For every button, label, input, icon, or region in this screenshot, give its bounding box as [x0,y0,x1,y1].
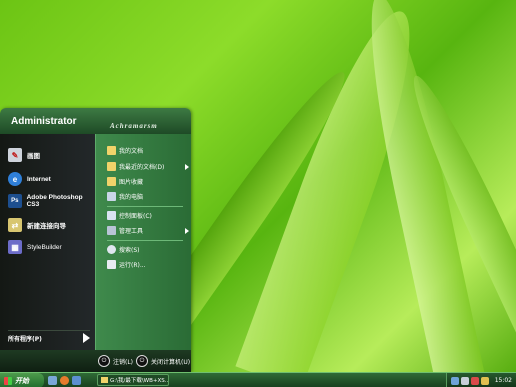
internet-explorer-icon: e [8,172,22,186]
places-item-label: 搜索(S) [119,247,140,254]
logoff-button[interactable]: ⏻ 注销(L) [98,355,133,367]
places-item-label: 控制面板(C) [119,213,152,220]
folder-icon [101,377,108,383]
pinned-item-label: 画图 [27,153,40,160]
shutdown-label: 关闭计算机(U) [151,358,191,366]
places-item-run[interactable]: 运行(R)... [107,258,189,271]
places-item-label: 图片收藏 [119,179,144,186]
power-icon: ⏻ [136,355,148,367]
pinned-item-label: 新建连接向导 [27,223,66,230]
places-item-label: 我最近的文档(D) [119,164,165,171]
start-button[interactable]: 开始 [0,373,44,387]
start-menu: Administrator Achramarsm ✎ 画图 e Internet… [0,108,191,372]
theme-brand: Achramarsm [110,122,158,130]
start-label: 开始 [15,376,29,385]
my-computer-icon [107,192,116,201]
quick-launch [48,376,81,385]
pinned-item-label: Adobe Photoshop CS3 [26,194,83,208]
show-desktop-icon[interactable] [48,376,57,385]
run-icon [107,260,116,269]
media-player-icon[interactable] [72,376,81,385]
pinned-item-label: Internet [27,175,51,183]
pinned-item-internet[interactable]: e Internet [8,170,51,188]
places-item-label: 我的文档 [119,148,144,155]
start-menu-header: Administrator Achramarsm [0,108,191,134]
places-item-my-computer[interactable]: 我的电脑 [107,190,189,203]
pinned-programs-pane: ✎ 画图 e Internet Ps Adobe Photoshop CS3 ⇄… [0,134,95,350]
places-item-admin-tools[interactable]: 管理工具 [107,224,189,237]
places-item-label: 管理工具 [119,228,144,235]
firefox-icon[interactable] [60,376,69,385]
control-panel-icon [107,211,116,220]
admin-tools-icon [107,226,116,235]
pinned-item-stylebuilder[interactable]: ▦ StyleBuilder [8,238,62,256]
divider [107,240,183,241]
divider [107,206,183,207]
all-programs-button[interactable]: 所有程序(P) [8,330,90,345]
logoff-label: 注销(L) [113,358,134,366]
places-item-search[interactable]: 搜索(S) [107,243,189,256]
places-item-my-pictures[interactable]: 图片收藏 [107,175,189,188]
submenu-arrow-icon [185,163,189,170]
pinned-item-connection-wizard[interactable]: ⇄ 新建连接向导 [8,216,66,234]
places-pane: 我的文档 我最近的文档(D) 图片收藏 我的电脑 控制面板(C) 管理工具 搜索… [95,134,191,350]
desktop: Administrator Achramarsm ✎ 画图 e Internet… [0,0,516,387]
places-item-recent-documents[interactable]: 我最近的文档(D) [107,160,189,173]
places-item-label: 我的电脑 [119,194,144,201]
places-item-control-panel[interactable]: 控制面板(C) [107,209,189,222]
paint-icon: ✎ [8,148,22,162]
start-menu-footer: ⏻ 注销(L) ⏻ 关闭计算机(U) [0,350,191,372]
logoff-icon: ⏻ [98,355,110,367]
pinned-item-photoshop[interactable]: Ps Adobe Photoshop CS3 [8,192,95,210]
arrow-right-icon [83,333,90,343]
antivirus-icon[interactable] [471,376,479,385]
user-name: Administrator [11,116,77,127]
shutdown-button[interactable]: ⏻ 关闭计算机(U) [136,355,190,367]
taskbar: 开始 G:\我/最下载\WB+XS... 15:02 [0,372,516,387]
my-documents-icon [107,146,116,155]
photoshop-icon: Ps [8,194,22,208]
connection-wizard-icon: ⇄ [8,218,22,232]
pinned-item-label: StyleBuilder [27,243,62,251]
my-pictures-icon [107,177,116,186]
taskbar-window-button[interactable]: G:\我/最下载\WB+XS... [97,374,169,386]
recent-documents-icon [107,162,116,171]
clock[interactable]: 15:02 [495,377,512,384]
submenu-arrow-icon [185,227,189,234]
system-tray: 15:02 [446,373,516,387]
all-programs-label: 所有程序(P) [8,335,42,343]
network-icon[interactable] [451,376,459,385]
window-title: G:\我/最下载\WB+XS... [110,378,169,384]
pinned-item-paint[interactable]: ✎ 画图 [8,146,40,164]
places-item-my-documents[interactable]: 我的文档 [107,144,189,157]
update-icon[interactable] [481,376,489,385]
search-icon [107,245,116,254]
stylebuilder-icon: ▦ [8,240,22,254]
places-item-label: 运行(R)... [119,262,146,269]
windows-logo-icon [4,376,12,385]
volume-icon[interactable] [461,376,469,385]
